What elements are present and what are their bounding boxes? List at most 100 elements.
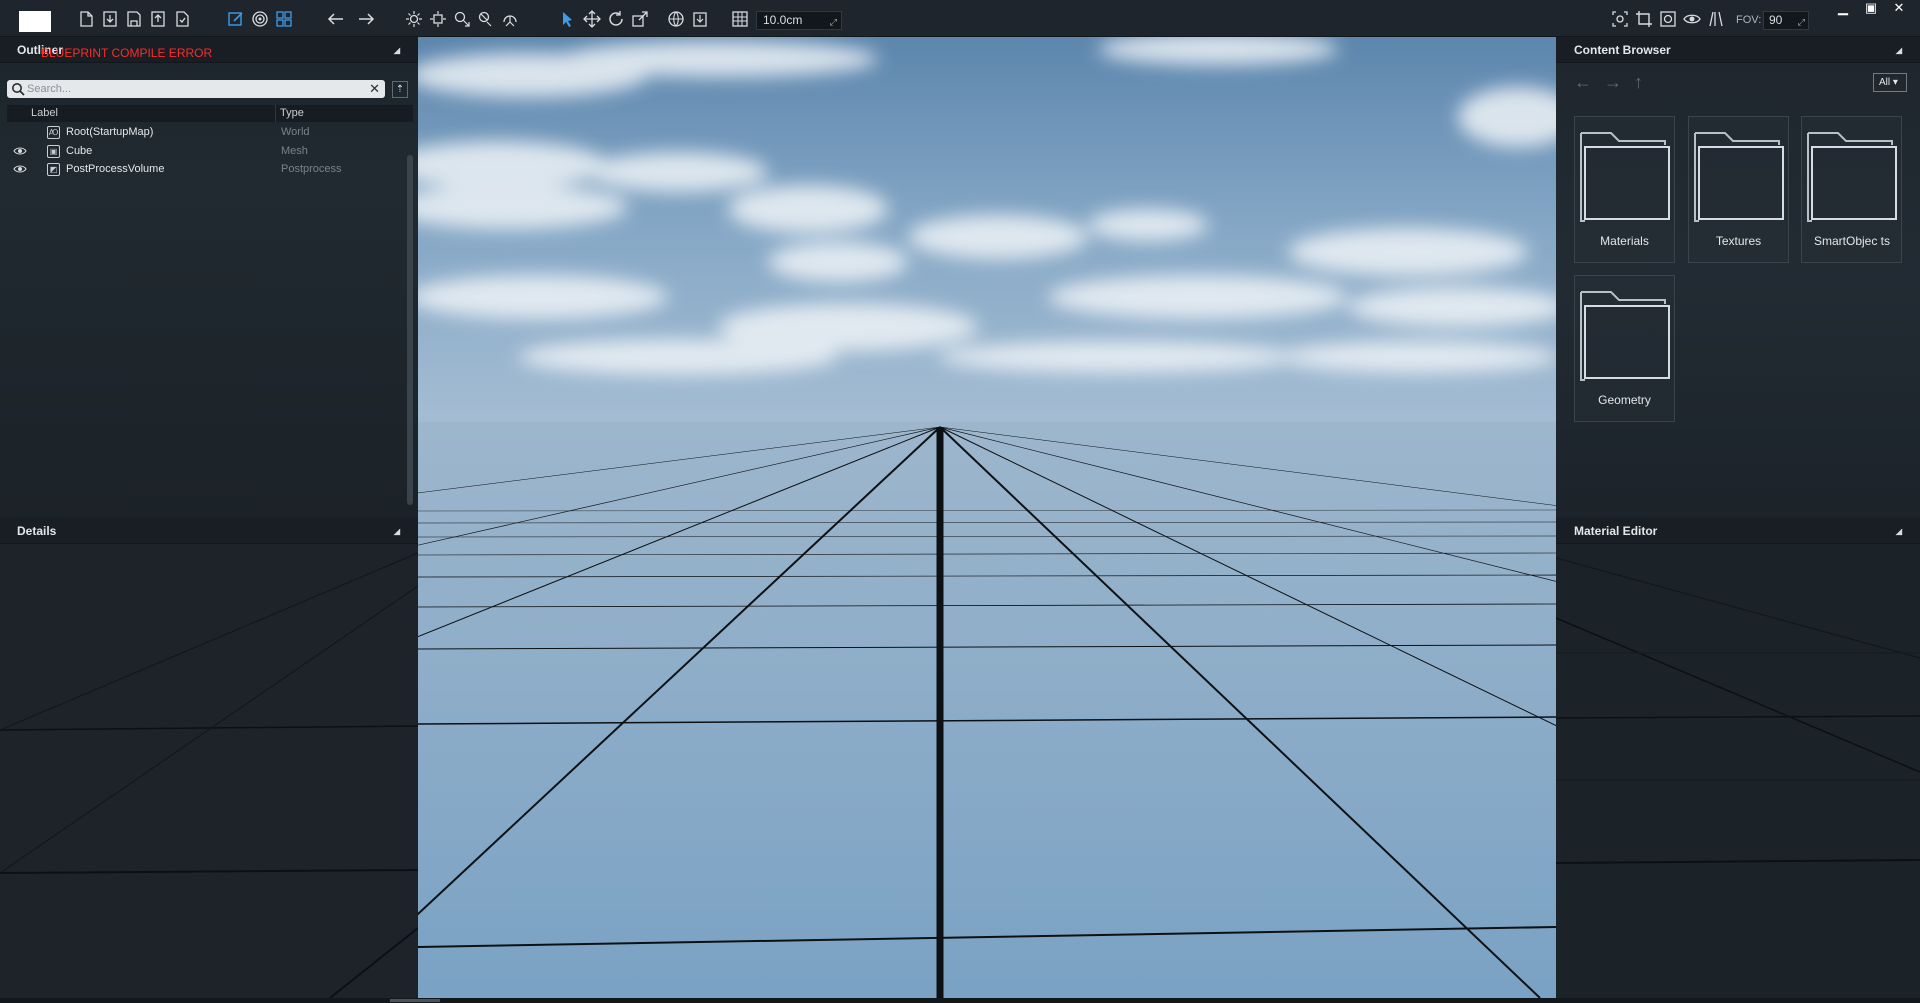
sun-icon[interactable]	[404, 9, 424, 29]
close-button[interactable]: ✕	[1890, 0, 1908, 16]
redo-icon[interactable]	[356, 9, 376, 29]
tree-row[interactable]: ▣ Cube Mesh	[7, 143, 407, 160]
folder-tile[interactable]: SmartObjec ts	[1801, 116, 1902, 263]
column-type[interactable]: Type	[280, 107, 304, 119]
collapse-icon[interactable]: ◢	[394, 46, 400, 55]
filter-options-button[interactable]: ⇡	[392, 81, 408, 98]
target-mode-icon[interactable]	[250, 9, 270, 29]
save-icon[interactable]	[124, 9, 144, 29]
row-type: World	[281, 126, 310, 138]
screenshot-icon[interactable]	[1610, 9, 1630, 29]
scrollbar-thumb[interactable]	[390, 999, 440, 1002]
content-browser-title: Content Browser	[1574, 43, 1671, 57]
row-type: Mesh	[281, 145, 308, 157]
grid-snap-icon[interactable]	[730, 9, 750, 29]
compile-error-message: BLUEPRINT COMPILE ERROR	[41, 46, 213, 60]
map-icon: Ꜵ	[47, 126, 60, 139]
outliner-column-header: Label Type	[7, 105, 413, 122]
new-file-icon[interactable]	[76, 9, 96, 29]
collapse-icon[interactable]: ◢	[1896, 527, 1902, 536]
point-light-icon[interactable]	[476, 9, 496, 29]
spot-light-icon[interactable]	[452, 9, 472, 29]
row-name: Cube	[66, 145, 93, 157]
material-editor-title: Material Editor	[1574, 524, 1658, 538]
import-icon[interactable]	[100, 9, 120, 29]
perspective-icon[interactable]	[1706, 9, 1726, 29]
fov-label: FOV:	[1736, 14, 1762, 26]
view-tools	[1610, 9, 1726, 29]
folder-tile[interactable]: Textures	[1688, 116, 1789, 263]
grid-snap-tools	[730, 9, 750, 29]
transform-tools	[558, 9, 650, 29]
search-icon	[12, 83, 25, 96]
light-settings-icon[interactable]	[428, 9, 448, 29]
folder-tile[interactable]: Geometry	[1574, 275, 1675, 422]
outliner-search-input[interactable]: Search... ✕	[7, 80, 385, 98]
export-icon[interactable]	[148, 9, 168, 29]
minimize-button[interactable]: ▁	[1834, 0, 1852, 16]
grid-snap-field[interactable]: 10.0cm ⤢	[756, 11, 842, 30]
up-arrow-icon[interactable]: ↑	[1634, 72, 1643, 93]
history-tools	[326, 9, 376, 29]
window-controls: ▁ ▣ ✕	[1834, 0, 1908, 16]
folder-icon	[1580, 291, 1670, 381]
outliner-scrollbar[interactable]	[407, 155, 413, 505]
folder-label: Textures	[1715, 234, 1762, 248]
horizontal-scrollbar[interactable]	[0, 998, 1920, 1003]
folder-label: Geometry	[1598, 393, 1651, 407]
tree-row[interactable]: ◩ PostProcessVolume Postprocess	[7, 161, 407, 178]
browser-navigation: ← → ↑	[1574, 72, 1643, 93]
world-space-icon[interactable]	[666, 9, 686, 29]
file-tools	[76, 9, 192, 29]
3d-viewport[interactable]	[418, 37, 1556, 998]
filter-value: All	[1879, 77, 1891, 88]
maximize-button[interactable]: ▣	[1862, 0, 1880, 16]
cube-icon: ▣	[47, 145, 60, 158]
light-tools	[404, 9, 520, 29]
move-icon[interactable]	[582, 9, 602, 29]
grid-mode-icon[interactable]	[274, 9, 294, 29]
chevron-down-icon: ▾	[1892, 77, 1898, 88]
resize-corner-icon: ⤢	[829, 17, 837, 27]
collapse-icon[interactable]: ◢	[1896, 46, 1902, 55]
surface-snap-icon[interactable]	[690, 9, 710, 29]
visibility-icon[interactable]	[1682, 9, 1702, 29]
edit-mode-icon[interactable]	[226, 9, 246, 29]
asset-filter-dropdown[interactable]: All ▾	[1873, 73, 1907, 92]
column-divider[interactable]	[275, 105, 276, 122]
material-editor-panel: Material Editor ◢	[1556, 518, 1920, 998]
fov-field[interactable]: 90 ⤢	[1763, 11, 1809, 30]
tree-row[interactable]: Ꜵ Root(StartupMap) World	[7, 124, 407, 141]
back-arrow-icon[interactable]: ←	[1574, 72, 1592, 93]
folder-label: SmartObjec ts	[1813, 234, 1891, 248]
material-editor-header: Material Editor ◢	[1556, 518, 1920, 544]
volume-icon: ◩	[47, 163, 60, 176]
script-file-icon[interactable]	[172, 9, 192, 29]
undo-icon[interactable]	[326, 9, 346, 29]
crop-icon[interactable]	[1634, 9, 1654, 29]
search-placeholder: Search...	[27, 83, 72, 95]
visibility-eye-icon[interactable]	[13, 163, 27, 175]
grid-snap-value: 10.0cm	[763, 13, 803, 27]
clear-search-icon[interactable]: ✕	[369, 80, 380, 98]
folder-label: Materials	[1600, 234, 1649, 248]
folder-tile[interactable]: Materials	[1574, 116, 1675, 263]
rotate-icon[interactable]	[606, 9, 626, 29]
material-editor-background-grid	[1556, 557, 1920, 864]
mode-tools	[226, 9, 294, 29]
sky-light-icon[interactable]	[500, 9, 520, 29]
main-toolbar: 10.0cm ⤢ FOV: 90 ⤢ ▁ ▣ ✕	[0, 0, 1920, 37]
select-cursor-icon[interactable]	[558, 9, 578, 29]
fov-value: 90	[1769, 13, 1783, 27]
folder-icon	[1694, 132, 1784, 222]
forward-arrow-icon[interactable]: →	[1604, 72, 1622, 93]
row-type: Postprocess	[281, 163, 342, 175]
details-panel: Details ◢	[0, 518, 418, 998]
row-name: PostProcessVolume	[66, 163, 165, 175]
column-label[interactable]: Label	[31, 107, 58, 119]
content-browser-header: Content Browser ◢	[1556, 37, 1920, 63]
visibility-eye-icon[interactable]	[13, 145, 27, 157]
scale-icon[interactable]	[630, 9, 650, 29]
camera-icon[interactable]	[1658, 9, 1678, 29]
folder-icon	[1580, 132, 1670, 222]
